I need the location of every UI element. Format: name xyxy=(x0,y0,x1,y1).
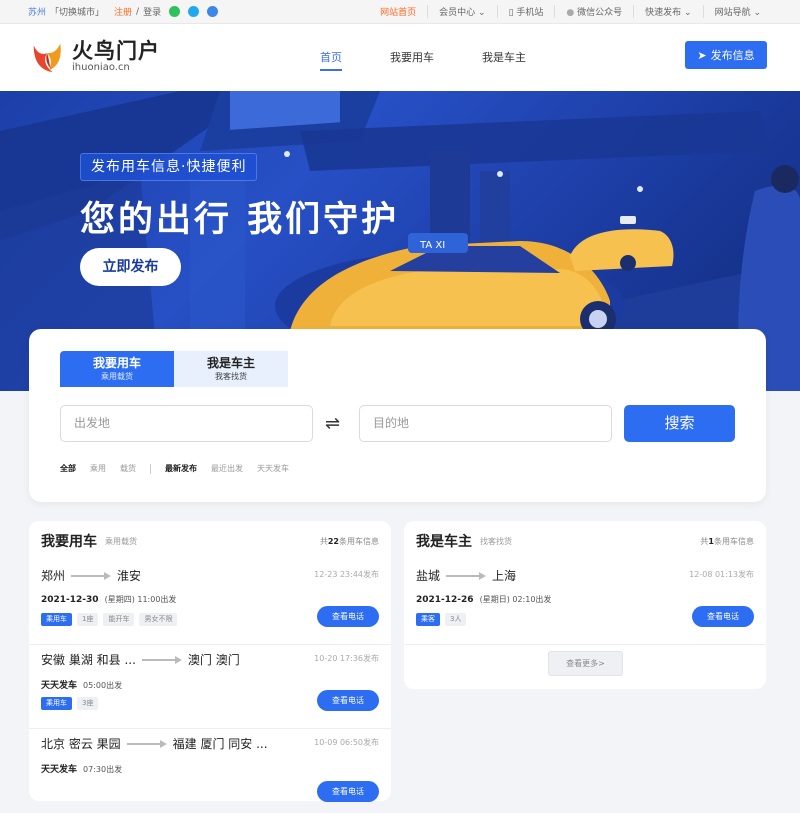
search-card: 我要用车 乘用载货 我是车主 我客找货 出发地 ⇌ 目的地 搜索 全部 乘用 载… xyxy=(29,329,766,502)
search-tabs: 我要用车 乘用载货 我是车主 我客找货 xyxy=(60,351,288,387)
list-item[interactable]: 郑州 淮安 12-23 23:44发布 2021-12-30 (星期四) 11:00… xyxy=(29,561,391,645)
nav-need-car[interactable]: 我要用车 xyxy=(366,24,458,91)
tag-type: 乘用车 xyxy=(41,697,72,710)
login-link[interactable]: 登录 xyxy=(143,5,161,18)
view-phone-button[interactable]: 查看电话 xyxy=(692,606,754,627)
filter-cargo[interactable]: 载货 xyxy=(120,463,136,474)
search-button[interactable]: 搜索 xyxy=(624,405,735,442)
search-filters: 全部 乘用 载货 最新发布 最近出发 天天发车 xyxy=(60,463,303,474)
arrow-right-icon xyxy=(126,739,167,748)
post-time: 10-09 06:50发布 xyxy=(314,738,379,747)
tag-seats: 1座 xyxy=(77,613,99,626)
departure-date: 2021-12-26 (星期日) 02:10出发 xyxy=(416,595,552,605)
logo[interactable]: 火鸟门户 ihuoniao.cn xyxy=(28,38,160,76)
site-home-link[interactable]: 网站首页 xyxy=(369,5,427,18)
nav-car-owner[interactable]: 我是车主 xyxy=(458,24,550,91)
register-link[interactable]: 注册 xyxy=(114,5,132,18)
departure-input[interactable]: 出发地 xyxy=(60,405,313,442)
wechat-small-icon: ● xyxy=(566,8,575,18)
panel-subtitle: 找客找货 xyxy=(480,536,512,546)
car-owner-panel: 我是车主 找客找货 共1条用车信息 盐城 上海 12-08 01:13发布 202… xyxy=(404,521,766,689)
item-tags: 乘客 3人 xyxy=(416,613,467,626)
list-item[interactable]: 北京 密云 果园 福建 厦门 同安 ... 10-09 06:50发布 天天发车 0… xyxy=(29,729,391,813)
mobile-site-link[interactable]: ▯ 手机站 xyxy=(496,5,555,18)
view-more-button[interactable]: 查看更多> xyxy=(548,651,623,676)
filter-all[interactable]: 全部 xyxy=(60,463,76,474)
wechat-official-link[interactable]: ● 微信公众号 xyxy=(554,5,633,18)
post-time: 12-08 01:13发布 xyxy=(689,570,754,579)
view-phone-button[interactable]: 查看电话 xyxy=(317,781,379,802)
quick-publish-link[interactable]: 快速发布 ⌄ xyxy=(633,5,702,18)
tag-seats: 3座 xyxy=(77,697,99,710)
logo-text: 火鸟门户 xyxy=(72,39,160,63)
member-center-link[interactable]: 会员中心 ⌄ xyxy=(427,5,496,18)
tag-gender: 男女不限 xyxy=(139,613,178,626)
panel-count: 共22条用车信息 xyxy=(319,536,379,546)
phoenix-logo-icon xyxy=(33,43,61,73)
phone-icon: ▯ xyxy=(508,8,514,18)
slash: / xyxy=(136,6,140,17)
tag-people: 3人 xyxy=(445,613,467,626)
header: 火鸟门户 ihuoniao.cn 首页 我要用车 我是车主 ➤ 发布信息 xyxy=(0,24,800,91)
logo-domain: ihuoniao.cn xyxy=(72,62,130,73)
post-time: 12-23 23:44发布 xyxy=(314,570,379,579)
post-time: 10-20 17:36发布 xyxy=(314,654,379,663)
site-nav-link[interactable]: 网站导航 ⌄ xyxy=(702,5,772,18)
sort-departing-soon[interactable]: 最近出发 xyxy=(211,463,243,474)
view-phone-button[interactable]: 查看电话 xyxy=(317,606,379,627)
alipay-icon[interactable] xyxy=(207,6,219,17)
list-item[interactable]: 安徽 巢湖 和县 ... 澳门 澳门 10-20 17:36发布 天天发车 05:0… xyxy=(29,645,391,729)
tag-type: 乘用车 xyxy=(41,613,72,626)
tag-type: 乘客 xyxy=(416,613,440,626)
switch-city-link[interactable]: 「切换城市」 xyxy=(50,5,104,18)
send-icon: ➤ xyxy=(697,48,707,62)
panel-count: 共1条用车信息 xyxy=(700,536,754,546)
item-tags: 乘用车 3座 xyxy=(41,697,99,710)
current-city[interactable]: 苏州 xyxy=(28,5,46,18)
top-bar: 苏州 「切换城市」 注册 / 登录 网站首页 会员中心 ⌄ ▯ 手机站 ● 微信… xyxy=(0,0,800,24)
taxi-sign-text: TA XI xyxy=(419,240,445,251)
sort-daily[interactable]: 天天发车 xyxy=(257,463,289,474)
swap-icon[interactable]: ⇌ xyxy=(325,413,340,434)
departure-date: 天天发车 05:00出发 xyxy=(41,681,123,691)
filter-passenger[interactable]: 乘用 xyxy=(90,463,106,474)
arrow-right-icon xyxy=(446,571,487,580)
publish-now-button[interactable]: 立即发布 xyxy=(80,248,181,286)
need-car-panel: 我要用车 乘用载货 共22条用车信息 郑州 淮安 12-23 23:44发布 20… xyxy=(29,521,391,802)
sort-latest[interactable]: 最新发布 xyxy=(165,463,197,474)
nav-home[interactable]: 首页 xyxy=(296,24,366,91)
departure-date: 2021-12-30 (星期四) 11:00出发 xyxy=(41,595,177,605)
tab-car-owner[interactable]: 我是车主 我客找货 xyxy=(174,351,288,387)
filter-divider xyxy=(150,463,151,474)
panel-subtitle: 乘用载货 xyxy=(105,536,137,546)
panel-title: 我是车主 xyxy=(416,534,472,550)
tag-drive: 能开车 xyxy=(103,613,135,626)
wechat-icon[interactable] xyxy=(169,6,181,17)
item-tags: 乘用车 1座 能开车 男女不限 xyxy=(41,613,178,626)
tab-need-car[interactable]: 我要用车 乘用载货 xyxy=(60,351,174,387)
publish-info-button[interactable]: ➤ 发布信息 xyxy=(685,41,767,69)
departure-date: 天天发车 07:30出发 xyxy=(41,765,123,775)
panel-title: 我要用车 xyxy=(41,534,97,550)
view-phone-button[interactable]: 查看电话 xyxy=(317,690,379,711)
main-nav: 首页 我要用车 我是车主 xyxy=(296,24,550,91)
banner-tag: 发布用车信息·快捷便利 xyxy=(80,153,258,181)
arrow-right-icon xyxy=(71,571,112,580)
qq-icon[interactable] xyxy=(188,6,200,17)
arrow-right-icon xyxy=(141,655,182,664)
banner-slogan: 您的出行 我们守护 xyxy=(80,200,400,240)
list-item[interactable]: 盐城 上海 12-08 01:13发布 2021-12-26 (星期日) 02:10… xyxy=(404,561,766,645)
destination-input[interactable]: 目的地 xyxy=(359,405,612,442)
